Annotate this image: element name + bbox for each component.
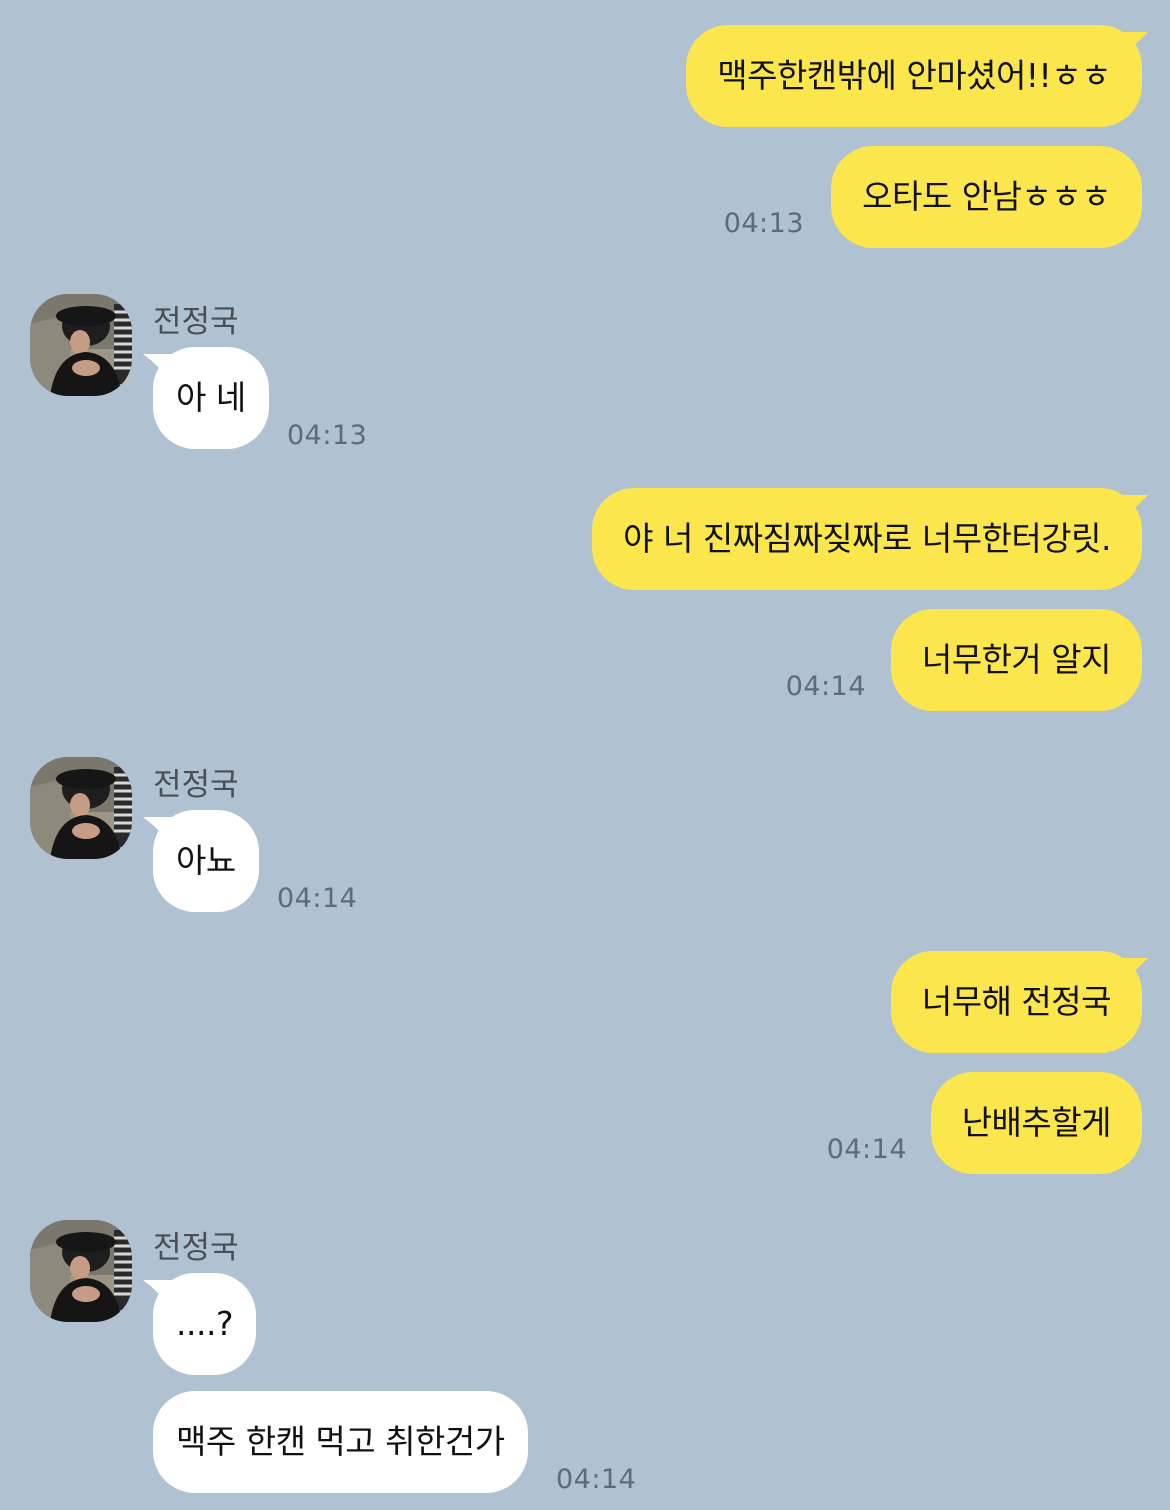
- profile-photo-avatar-icon: [30, 757, 132, 859]
- message-timestamp: 04:14: [556, 1464, 637, 1495]
- their-message-bubble[interactable]: ....?: [153, 1273, 256, 1375]
- profile-photo-avatar-icon: [30, 294, 132, 396]
- my-message-bubble[interactable]: 맥주한캔밖에 안마셨어!!ㅎㅎ: [686, 25, 1142, 127]
- sender-name: 전정국: [153, 304, 239, 340]
- sender-name: 전정국: [153, 1230, 239, 1266]
- my-message-bubble[interactable]: 난배추할게: [930, 1072, 1142, 1174]
- message-timestamp: 04:14: [277, 883, 358, 914]
- message-timestamp: 04:14: [785, 671, 866, 702]
- contact-avatar[interactable]: [30, 294, 132, 396]
- chat-message-list[interactable]: 맥주한캔밖에 안마셨어!!ㅎㅎ 오타도 안남ㅎㅎㅎ 04:13 전정국 아 네 …: [0, 0, 1170, 1510]
- their-message-bubble[interactable]: 아뇨: [153, 810, 259, 912]
- their-message-bubble[interactable]: 아 네: [153, 347, 269, 449]
- contact-avatar[interactable]: [30, 757, 132, 859]
- their-message-bubble[interactable]: 맥주 한캔 먹고 취한건가: [153, 1391, 528, 1493]
- contact-avatar[interactable]: [30, 1220, 132, 1322]
- message-timestamp: 04:14: [826, 1134, 907, 1165]
- profile-photo-avatar-icon: [30, 1220, 132, 1322]
- sender-name: 전정국: [153, 767, 239, 803]
- my-message-bubble[interactable]: 오타도 안남ㅎㅎㅎ: [831, 146, 1142, 248]
- my-message-bubble[interactable]: 너무해 전정국: [890, 951, 1142, 1053]
- message-timestamp: 04:13: [287, 420, 368, 451]
- my-message-bubble[interactable]: 너무한거 알지: [890, 609, 1142, 711]
- message-timestamp: 04:13: [723, 208, 804, 239]
- my-message-bubble[interactable]: 야 너 진짜짐짜짖짜로 너무한터강릿.: [592, 488, 1142, 590]
